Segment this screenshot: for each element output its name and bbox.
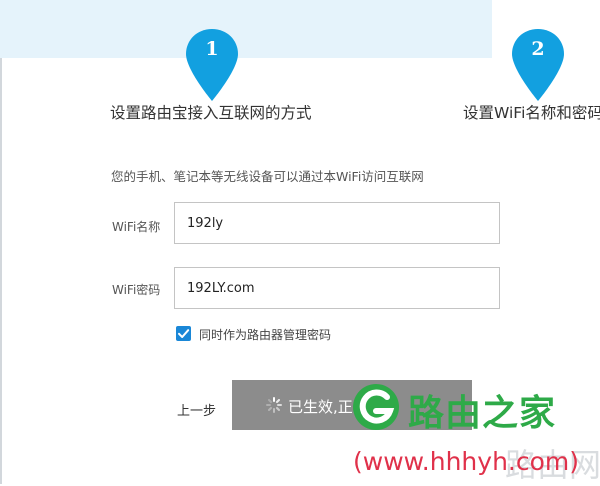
step-1-marker: 1 <box>184 27 240 105</box>
ssid-input[interactable] <box>174 202 500 244</box>
step-2-marker: 2 <box>510 27 566 105</box>
password-label: WiFi密码 <box>112 283 161 297</box>
watermark-url: (www.hhhyh.com) <box>353 447 580 476</box>
admin-password-checkbox-label[interactable]: 同时作为路由器管理密码 <box>199 326 331 343</box>
step-2-label: 设置WiFi名称和密码 <box>463 104 600 122</box>
watermark-brand: 路由之家 <box>408 393 557 434</box>
step-2-number: 2 <box>531 38 545 60</box>
prev-step-button[interactable]: 上一步 <box>177 400 216 419</box>
router-logo-icon <box>352 383 400 431</box>
loading-spinner-icon <box>266 397 282 413</box>
step-1-label: 设置路由宝接入互联网的方式 <box>110 104 312 122</box>
password-input[interactable] <box>174 267 500 309</box>
wifi-hint-text: 您的手机、笔记本等无线设备可以通过本WiFi访问互联网 <box>111 169 424 184</box>
admin-password-checkbox[interactable] <box>176 326 191 341</box>
progress-highlight <box>0 0 492 58</box>
checkmark-icon <box>178 329 190 338</box>
window-border <box>0 0 2 484</box>
ssid-label: WiFi名称 <box>112 220 161 234</box>
step-1-number: 1 <box>205 38 219 60</box>
